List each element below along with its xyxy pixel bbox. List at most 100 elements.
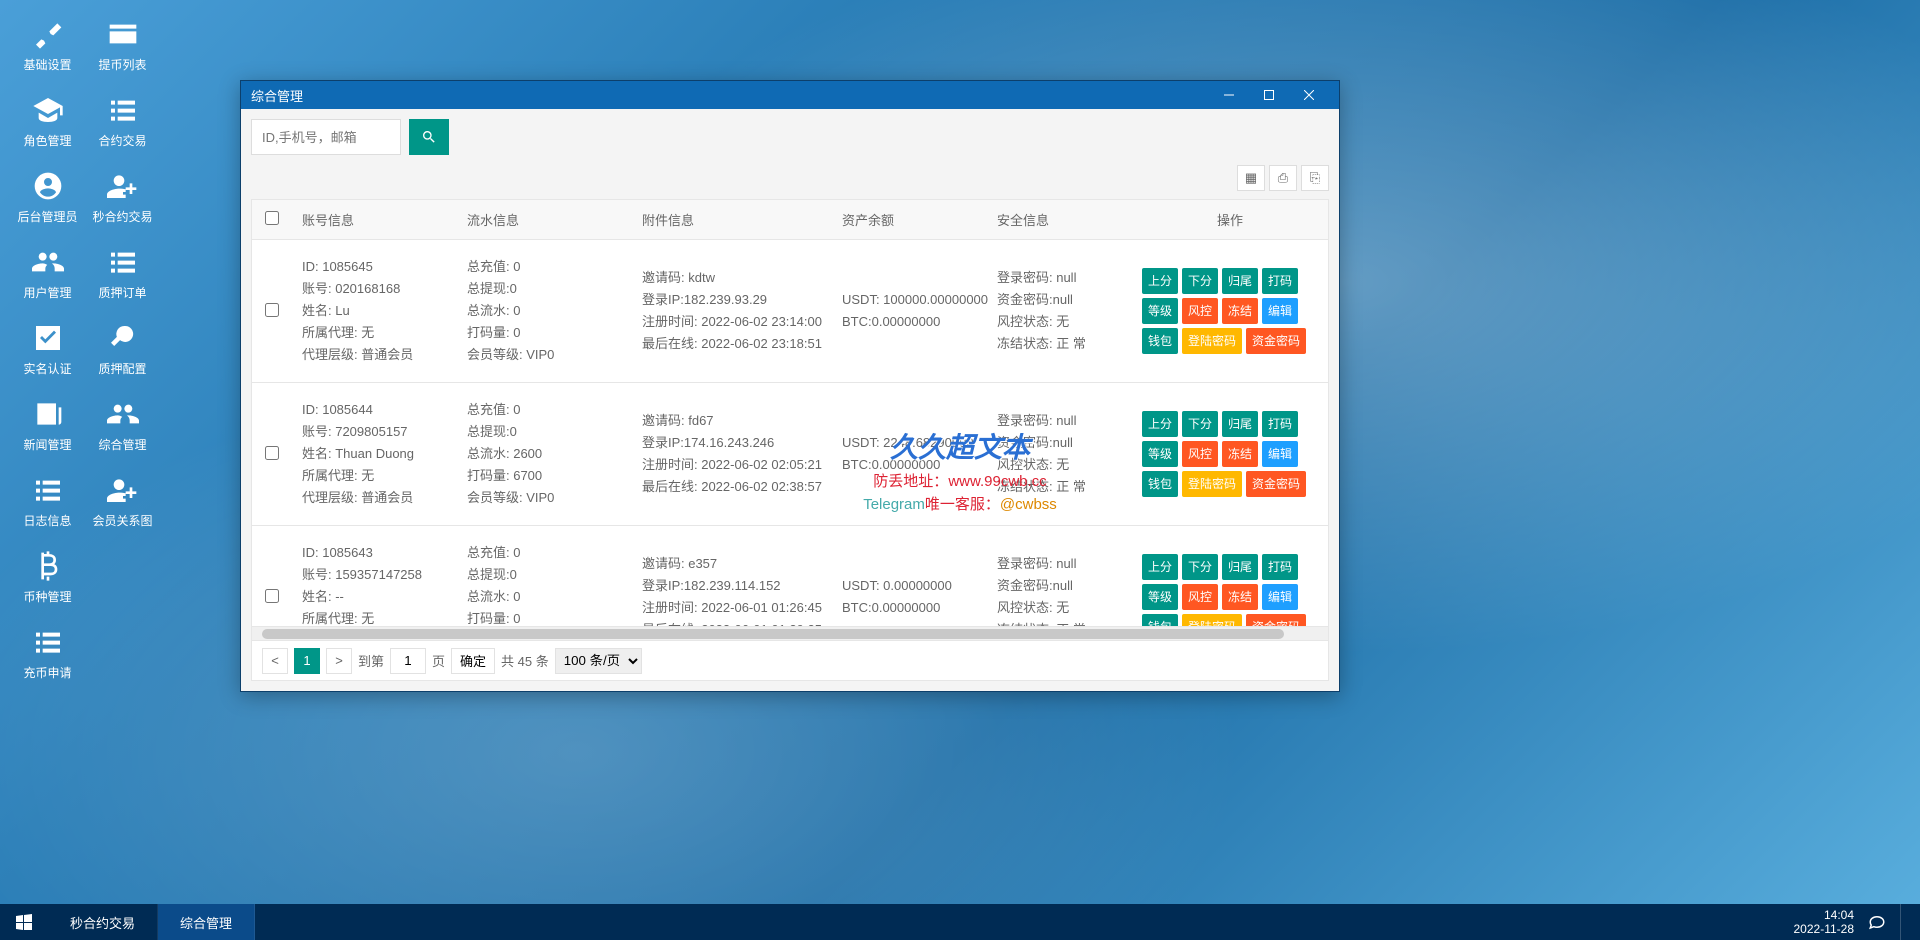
col-security: 安全信息 bbox=[987, 202, 1132, 237]
page-input[interactable] bbox=[390, 648, 426, 674]
search-button[interactable] bbox=[409, 119, 449, 155]
next-page-button[interactable]: > bbox=[326, 648, 352, 674]
action-down[interactable]: 下分 bbox=[1182, 554, 1218, 580]
list-icon bbox=[107, 246, 139, 278]
action-up[interactable]: 上分 bbox=[1142, 268, 1178, 294]
action-fundpw[interactable]: 资金密码 bbox=[1246, 471, 1306, 497]
cell-security: 登录密码: null 资金密码:null 风控状态: 无 冻结状态: 正 常 bbox=[987, 259, 1132, 363]
users-icon bbox=[32, 246, 64, 278]
list-icon bbox=[32, 626, 64, 658]
action-edit[interactable]: 编辑 bbox=[1262, 441, 1298, 467]
goto-label: 到第 bbox=[358, 651, 384, 670]
data-table: 账号信息 流水信息 附件信息 资产余额 安全信息 操作 ID: 1085645账… bbox=[251, 199, 1329, 681]
taskbar-item[interactable]: 秒合约交易 bbox=[48, 904, 158, 940]
export-button[interactable]: ⎙ bbox=[1269, 165, 1297, 191]
table-row: ID: 1085644账号: 7209805157 姓名: Thuan Duon… bbox=[252, 383, 1328, 526]
action-code[interactable]: 打码 bbox=[1262, 554, 1298, 580]
action-risk[interactable]: 风控 bbox=[1182, 441, 1218, 467]
user-plus-icon bbox=[107, 474, 139, 506]
col-actions: 操作 bbox=[1132, 202, 1328, 237]
desktop-icon-3[interactable]: 合约交易 bbox=[85, 86, 160, 157]
row-checkbox[interactable] bbox=[265, 589, 279, 603]
action-code[interactable]: 打码 bbox=[1262, 268, 1298, 294]
desktop-icon-13[interactable]: 会员关系图 bbox=[85, 466, 160, 537]
action-risk[interactable]: 风控 bbox=[1182, 584, 1218, 610]
start-button[interactable] bbox=[0, 904, 48, 940]
cell-security: 登录密码: null 资金密码:null 风控状态: 无 冻结状态: 正 常 bbox=[987, 402, 1132, 506]
action-fundpw[interactable]: 资金密码 bbox=[1246, 328, 1306, 354]
select-all-checkbox[interactable] bbox=[265, 211, 279, 225]
action-wallet[interactable]: 钱包 bbox=[1142, 471, 1178, 497]
action-risk[interactable]: 风控 bbox=[1182, 298, 1218, 324]
col-account-info: 账号信息 bbox=[292, 202, 457, 237]
wrench2-icon bbox=[107, 322, 139, 354]
row-checkbox[interactable] bbox=[265, 446, 279, 460]
action-up[interactable]: 上分 bbox=[1142, 411, 1178, 437]
desktop-icon-2[interactable]: 角色管理 bbox=[10, 86, 85, 157]
cell-flow: 总充值: 0总提现:0 总流水: 0 打码量: 0 会员等级: VIP0 bbox=[457, 248, 632, 374]
action-tail[interactable]: 归尾 bbox=[1222, 411, 1258, 437]
desktop-icon-6[interactable]: 用户管理 bbox=[10, 238, 85, 309]
cell-actions: 上分 下分 归尾 打码 等级 风控 冻结 编辑 钱包 登陆密码 资金密码 bbox=[1132, 546, 1328, 626]
show-desktop-button[interactable] bbox=[1900, 904, 1906, 940]
action-freeze[interactable]: 冻结 bbox=[1222, 441, 1258, 467]
desktop-icon-8[interactable]: 实名认证 bbox=[10, 314, 85, 385]
desktop-icon-5[interactable]: 秒合约交易 bbox=[85, 162, 160, 233]
total-count: 共 45 条 bbox=[501, 651, 549, 670]
cell-flow: 总充值: 0总提现:0 总流水: 0 打码量: 0 会员等级: VIP0 bbox=[457, 534, 632, 626]
action-level[interactable]: 等级 bbox=[1142, 584, 1178, 610]
desktop-icon-16[interactable]: 充币申请 bbox=[10, 618, 85, 689]
action-down[interactable]: 下分 bbox=[1182, 268, 1218, 294]
action-loginpw[interactable]: 登陆密码 bbox=[1182, 614, 1242, 626]
taskbar-item[interactable]: 综合管理 bbox=[158, 904, 255, 940]
search-input[interactable] bbox=[251, 119, 401, 155]
desktop-icon-11[interactable]: 综合管理 bbox=[85, 390, 160, 461]
page-1-button[interactable]: 1 bbox=[294, 648, 320, 674]
action-level[interactable]: 等级 bbox=[1142, 441, 1178, 467]
cell-account: ID: 1085645账号: 020168168 姓名: Lu 所属代理: 无 … bbox=[292, 248, 457, 374]
clock-date: 2022-11-28 bbox=[1794, 922, 1855, 936]
action-wallet[interactable]: 钱包 bbox=[1142, 328, 1178, 354]
desktop-icon-10[interactable]: 新闻管理 bbox=[10, 390, 85, 461]
action-edit[interactable]: 编辑 bbox=[1262, 584, 1298, 610]
grad-icon bbox=[32, 94, 64, 126]
action-fundpw[interactable]: 资金密码 bbox=[1246, 614, 1306, 626]
horizontal-scrollbar[interactable] bbox=[252, 626, 1328, 640]
action-edit[interactable]: 编辑 bbox=[1262, 298, 1298, 324]
table-row: ID: 1085645账号: 020168168 姓名: Lu 所属代理: 无 … bbox=[252, 240, 1328, 383]
action-up[interactable]: 上分 bbox=[1142, 554, 1178, 580]
desktop-icon-9[interactable]: 质押配置 bbox=[85, 314, 160, 385]
desktop-icon-7[interactable]: 质押订单 bbox=[85, 238, 160, 309]
col-attachment-info: 附件信息 bbox=[632, 202, 832, 237]
titlebar[interactable]: 综合管理 bbox=[241, 81, 1339, 109]
action-tail[interactable]: 归尾 bbox=[1222, 554, 1258, 580]
pagination: < 1 > 到第 页 确定 共 45 条 100 条/页 bbox=[252, 640, 1328, 680]
goto-confirm-button[interactable]: 确定 bbox=[451, 648, 495, 674]
action-level[interactable]: 等级 bbox=[1142, 298, 1178, 324]
action-freeze[interactable]: 冻结 bbox=[1222, 584, 1258, 610]
action-wallet[interactable]: 钱包 bbox=[1142, 614, 1178, 626]
desktop-icon-1[interactable]: 提币列表 bbox=[85, 10, 160, 81]
close-button[interactable] bbox=[1289, 81, 1329, 109]
desktop-icon-12[interactable]: 日志信息 bbox=[10, 466, 85, 537]
maximize-button[interactable] bbox=[1249, 81, 1289, 109]
clock[interactable]: 14:04 2022-11-28 bbox=[1794, 908, 1855, 936]
taskbar: 秒合约交易综合管理 14:04 2022-11-28 bbox=[0, 904, 1920, 940]
desktop-icon-14[interactable]: 币种管理 bbox=[10, 542, 85, 613]
action-tail[interactable]: 归尾 bbox=[1222, 268, 1258, 294]
action-down[interactable]: 下分 bbox=[1182, 411, 1218, 437]
minimize-button[interactable] bbox=[1209, 81, 1249, 109]
action-code[interactable]: 打码 bbox=[1262, 411, 1298, 437]
row-checkbox[interactable] bbox=[265, 303, 279, 317]
print-button[interactable]: ⎘ bbox=[1301, 165, 1329, 191]
filter-columns-button[interactable]: ▦ bbox=[1237, 165, 1265, 191]
action-loginpw[interactable]: 登陆密码 bbox=[1182, 328, 1242, 354]
windows-icon bbox=[16, 914, 32, 930]
prev-page-button[interactable]: < bbox=[262, 648, 288, 674]
chat-icon[interactable] bbox=[1868, 913, 1886, 931]
desktop-icon-0[interactable]: 基础设置 bbox=[10, 10, 85, 81]
page-size-select[interactable]: 100 条/页 bbox=[555, 648, 642, 674]
desktop-icon-4[interactable]: 后台管理员 bbox=[10, 162, 85, 233]
action-loginpw[interactable]: 登陆密码 bbox=[1182, 471, 1242, 497]
action-freeze[interactable]: 冻结 bbox=[1222, 298, 1258, 324]
